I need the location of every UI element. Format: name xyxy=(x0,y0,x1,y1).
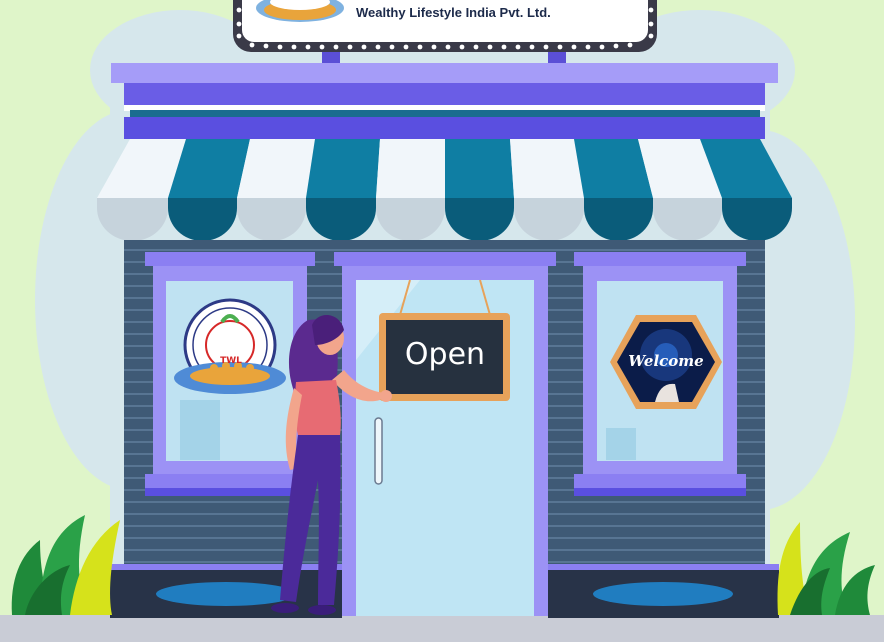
roof-top xyxy=(111,63,778,83)
welcome-badge-label: Welcome xyxy=(628,352,704,370)
roof-band xyxy=(124,83,765,105)
storefront-scene xyxy=(0,0,884,642)
open-sign-label: Open xyxy=(404,337,486,372)
door-handle[interactable] xyxy=(374,417,383,485)
ground xyxy=(0,615,884,642)
plant-right xyxy=(777,522,875,615)
twl-logo-initials: TWL xyxy=(220,356,242,366)
plant-left xyxy=(11,515,120,615)
door[interactable] xyxy=(334,252,556,616)
company-name: Wealthy Lifestyle India Pvt. Ltd. xyxy=(356,5,551,20)
